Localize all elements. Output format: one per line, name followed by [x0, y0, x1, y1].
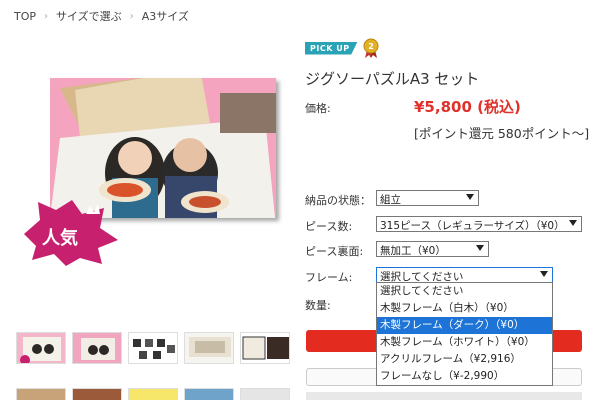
dropdown-arrow-icon: [540, 271, 548, 277]
bottom-button[interactable]: [306, 392, 582, 400]
delivery-state-select[interactable]: 組立: [376, 190, 479, 206]
product-main-image[interactable]: [50, 78, 276, 218]
thumbnail-strip: [16, 332, 290, 364]
thumbnail-strip-2: [16, 388, 290, 400]
chevron-right-icon: ›: [44, 10, 49, 22]
frame-option[interactable]: フレームなし（¥-2,990）: [377, 368, 552, 385]
pieces-label: ピース数:: [305, 220, 353, 233]
price-label: 価格:: [305, 102, 331, 115]
breadcrumb: TOP › サイズで選ぶ › A3サイズ: [14, 8, 189, 24]
frame-option-highlighted[interactable]: 木製フレーム（ダーク）（¥0）: [377, 317, 552, 334]
breadcrumb-current: A3サイズ: [141, 10, 189, 23]
piece-back-value: 無加工（¥0）: [380, 245, 446, 257]
popular-badge-text: 人気: [42, 227, 78, 249]
delivery-state-label: 納品の状態：: [305, 194, 371, 207]
breadcrumb-home-link[interactable]: TOP: [14, 10, 36, 23]
piece-back-label: ピース裏面:: [305, 245, 364, 258]
frame-select[interactable]: 選択してください: [376, 267, 553, 283]
quantity-label: 数量:: [305, 299, 331, 312]
delivery-state-value: 組立: [380, 194, 401, 206]
pieces-value: 315ピース（レギュラーサイズ）（¥0）: [380, 220, 565, 232]
thumbnail[interactable]: [72, 332, 122, 364]
frame-dropdown-list: 選択してください 木製フレーム（白木）（¥0） 木製フレーム（ダーク）（¥0） …: [376, 282, 553, 386]
rank-number: 2: [368, 42, 374, 51]
price-value: ¥5,800 (税込): [414, 98, 521, 116]
thumbnail[interactable]: [16, 388, 66, 400]
frame-option[interactable]: 木製フレーム（白木）（¥0）: [377, 300, 552, 317]
breadcrumb-category-link[interactable]: サイズで選ぶ: [56, 8, 122, 24]
piece-back-select[interactable]: 無加工（¥0）: [376, 241, 489, 257]
popular-badge: 人気: [20, 200, 120, 266]
dropdown-arrow-icon: [569, 220, 577, 226]
frame-option[interactable]: 選択してください: [377, 283, 552, 300]
product-title: ジグソーパズルA3 セット: [305, 70, 480, 88]
dropdown-arrow-icon: [466, 194, 474, 200]
rank-medal-icon: 2: [363, 38, 379, 58]
pieces-select[interactable]: 315ピース（レギュラーサイズ）（¥0）: [376, 216, 582, 232]
thumbnail[interactable]: [240, 388, 290, 400]
chevron-right-icon: ›: [129, 10, 134, 22]
thumbnail[interactable]: [128, 332, 178, 364]
thumbnail[interactable]: [16, 332, 66, 364]
frame-option[interactable]: アクリルフレーム（¥2,916）: [377, 351, 552, 368]
thumbnail[interactable]: [240, 332, 290, 364]
thumbnail[interactable]: [184, 388, 234, 400]
points-note: [ポイント還元 580ポイント〜]: [414, 126, 590, 141]
frame-option[interactable]: 木製フレーム（ホワイト）（¥0）: [377, 334, 552, 351]
thumbnail[interactable]: [72, 388, 122, 400]
pickup-badge: PICK UP: [305, 41, 358, 55]
thumbnail[interactable]: [184, 332, 234, 364]
dropdown-arrow-icon: [476, 245, 484, 251]
frame-label: フレーム:: [305, 271, 353, 284]
pickup-badge-row: PICK UP 2: [305, 38, 380, 58]
thumbnail[interactable]: [128, 388, 178, 400]
